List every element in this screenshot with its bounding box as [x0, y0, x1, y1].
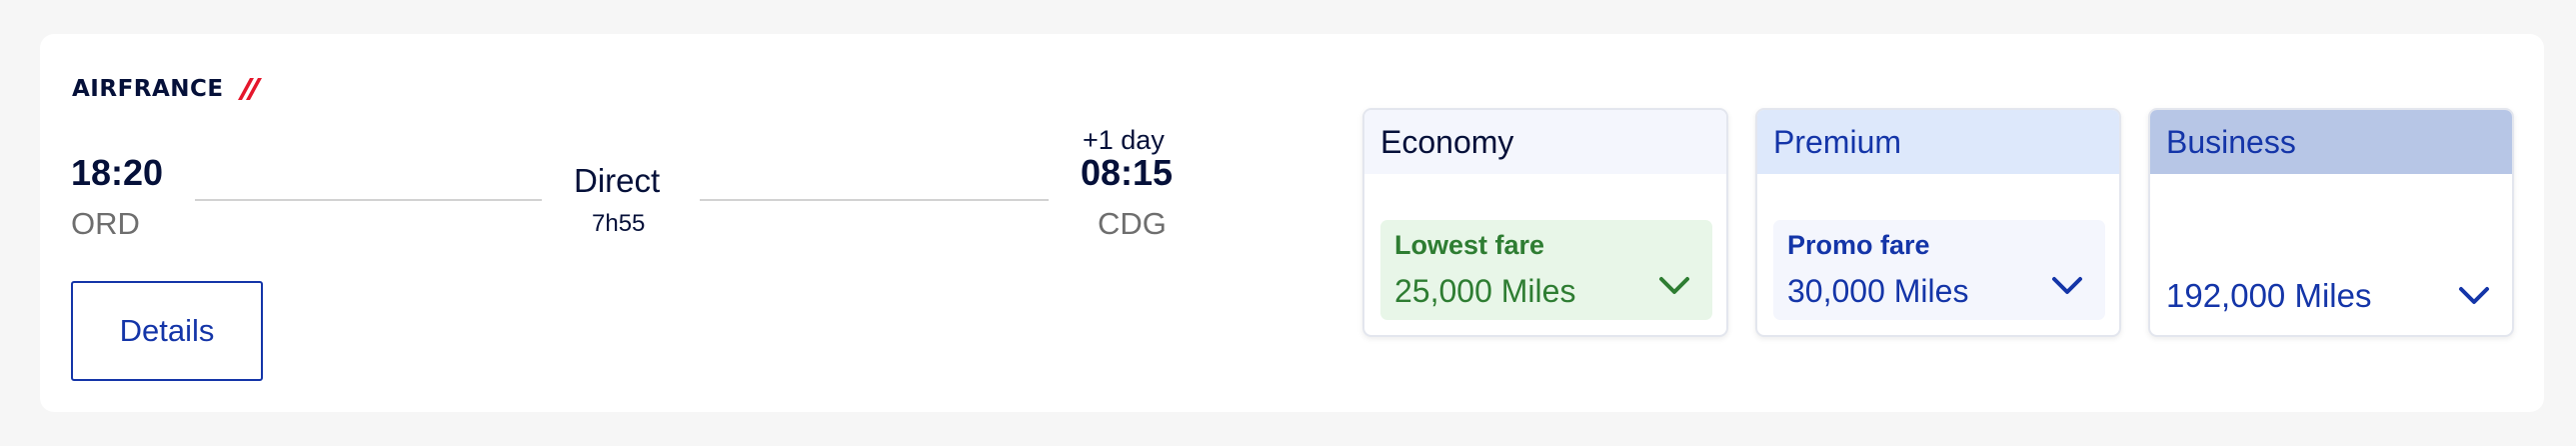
departure-time: 18:20 — [71, 152, 164, 193]
fare-option-premium[interactable]: Promo fare 30,000 Miles — [1773, 220, 2105, 320]
fare-miles-business: 192,000 Miles — [2166, 277, 2372, 314]
fare-option-economy[interactable]: Lowest fare 25,000 Miles — [1380, 220, 1712, 320]
fare-card-premium[interactable]: Premium Promo fare 30,000 Miles — [1755, 108, 2121, 337]
stop-type: Direct — [574, 162, 661, 199]
route-line-right — [700, 199, 1049, 201]
details-button[interactable]: Details — [71, 281, 263, 381]
airline-logo-text: AIRFRANCE — [72, 76, 224, 102]
fare-card-business[interactable]: Business 192,000 Miles — [2148, 108, 2514, 337]
fare-miles-premium: 30,000 Miles — [1787, 273, 1969, 309]
airline-logo: AIRFRANCE — [72, 76, 262, 102]
chevron-down-icon[interactable] — [2458, 286, 2490, 306]
route-line-left — [195, 199, 542, 201]
chevron-down-icon[interactable] — [1658, 276, 1690, 296]
fare-cabin-economy: Economy — [1364, 110, 1726, 174]
fare-cabin-business: Business — [2150, 110, 2512, 174]
fare-card-economy[interactable]: Economy Lowest fare 25,000 Miles — [1362, 108, 1728, 337]
fare-cabin-premium: Premium — [1757, 110, 2119, 174]
fare-label-economy: Lowest fare — [1394, 230, 1545, 260]
chevron-down-icon[interactable] — [2051, 276, 2083, 296]
airfrance-logo-mark-icon — [237, 78, 262, 100]
fare-label-premium: Promo fare — [1787, 230, 1930, 260]
flight-duration: 7h55 — [592, 210, 646, 237]
departure-airport: ORD — [71, 206, 140, 241]
arrival-time: 08:15 — [1081, 152, 1174, 193]
fare-miles-economy: 25,000 Miles — [1394, 273, 1576, 309]
arrival-airport: CDG — [1098, 206, 1167, 241]
